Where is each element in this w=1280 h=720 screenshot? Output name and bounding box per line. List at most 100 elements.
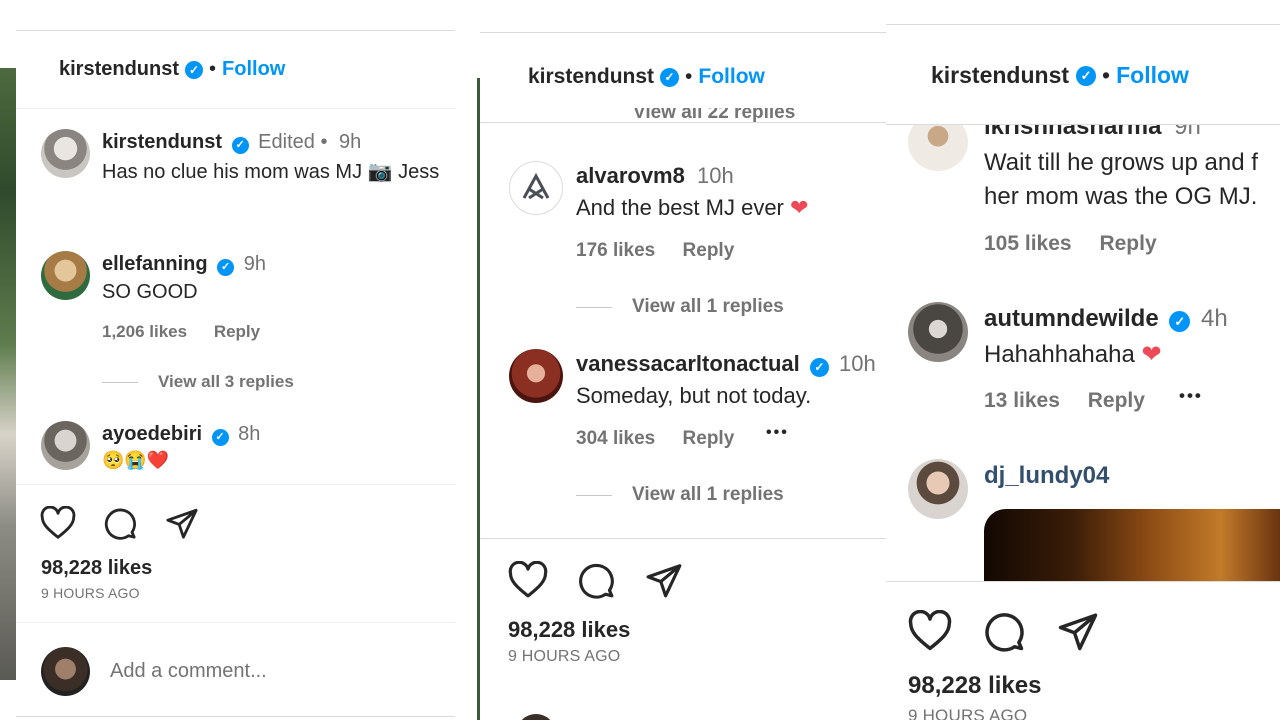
panel-top-border <box>480 32 886 33</box>
comment-gif[interactable] <box>984 509 1280 581</box>
avatar[interactable] <box>41 129 90 178</box>
comment-time[interactable]: 8h <box>238 423 260 445</box>
comment-icon[interactable] <box>576 561 616 599</box>
view-replies[interactable]: View all 1 replies <box>576 484 784 506</box>
comment-meta: 304 likes Reply <box>576 428 756 450</box>
post-header: kirstendunst ✓ • Follow <box>59 58 285 81</box>
comment-meta: 105 likes Reply <box>984 232 1179 256</box>
comment-header: ikrishnasharma 9h <box>984 125 1201 141</box>
comment-username[interactable]: ayoedebiri <box>102 423 202 445</box>
share-icon[interactable] <box>164 506 200 540</box>
post-panel-3: kirstendunst ✓ • Follow ikrishnasharma 9… <box>886 0 1280 720</box>
heart-icon[interactable] <box>40 506 76 540</box>
post-time[interactable]: 9 HOURS AGO <box>508 648 620 666</box>
header-username[interactable]: kirstendunst <box>59 58 179 81</box>
header-username[interactable]: kirstendunst <box>931 62 1069 89</box>
header-separator: • <box>1102 62 1111 88</box>
comment-text: Someday, but not today. <box>576 383 812 408</box>
reply-button[interactable]: Reply <box>683 240 735 261</box>
view-replies-label[interactable]: View all 3 replies <box>158 372 294 392</box>
post-panel-1: kirstendunst ✓ • Follow kirstendunst ✓ E… <box>0 0 455 720</box>
comment-time[interactable]: 4h <box>1201 305 1228 332</box>
header-username[interactable]: kirstendunst <box>528 65 654 89</box>
caption-header: kirstendunst ✓ Edited • 9h <box>102 131 361 154</box>
verified-badge-icon: ✓ <box>211 429 229 446</box>
comment-username[interactable]: ellefanning <box>102 253 208 275</box>
view-replies[interactable]: View all 3 replies <box>102 372 294 392</box>
header-divider <box>16 108 455 109</box>
header-divider <box>480 122 886 123</box>
post-photo-edge <box>0 68 16 680</box>
reply-button[interactable]: Reply <box>1099 232 1156 255</box>
comment-icon[interactable] <box>102 506 138 540</box>
avatar[interactable] <box>908 125 968 171</box>
comment-username[interactable]: dj_lundy04 <box>984 462 1109 489</box>
comment-likes[interactable]: 176 likes <box>576 240 655 261</box>
heart-icon[interactable] <box>908 610 952 652</box>
avatar[interactable] <box>41 251 90 300</box>
view-replies-label[interactable]: View all 1 replies <box>632 484 784 506</box>
header-separator: • <box>685 65 693 88</box>
comment-meta: 176 likes Reply <box>576 240 756 262</box>
avatar[interactable] <box>509 161 563 215</box>
comment-time[interactable]: 10h <box>839 351 876 376</box>
comment-text-line2: her mom was the OG MJ. <box>984 183 1258 210</box>
post-actions <box>40 506 200 540</box>
reply-button[interactable]: Reply <box>1088 389 1145 412</box>
caption-username[interactable]: kirstendunst <box>102 131 222 153</box>
logo-icon <box>522 172 550 200</box>
likes-count[interactable]: 98,228 likes <box>908 672 1041 700</box>
likes-count[interactable]: 98,228 likes <box>41 557 152 580</box>
post-time[interactable]: 9 HOURS AGO <box>908 706 1027 720</box>
caption-text: Has no clue his mom was MJ 📷 Jess <box>102 161 440 183</box>
share-icon[interactable] <box>644 561 684 599</box>
reply-button[interactable]: Reply <box>214 322 260 341</box>
comment-username[interactable]: vanessacarltonactual <box>576 351 800 376</box>
avatar[interactable] <box>41 421 90 470</box>
likes-count[interactable]: 98,228 likes <box>508 617 630 643</box>
follow-button[interactable]: Follow <box>222 58 285 81</box>
follow-button[interactable]: Follow <box>1116 62 1189 89</box>
comment-username[interactable]: alvarovm8 <box>576 163 685 188</box>
panel-bottom-border <box>16 716 455 717</box>
comment-text: SO GOOD <box>102 281 198 303</box>
comment-header: alvarovm8 10h <box>576 163 734 189</box>
comment-username[interactable]: autumndewilde <box>984 305 1159 332</box>
red-heart-emoji: ❤ <box>790 195 809 220</box>
avatar[interactable] <box>509 349 563 403</box>
view-replies-label[interactable]: View all 22 replies <box>633 108 795 122</box>
more-icon[interactable]: ••• <box>766 424 789 442</box>
heart-icon[interactable] <box>508 561 548 599</box>
avatar[interactable] <box>908 302 968 362</box>
caption-time[interactable]: 9h <box>339 131 361 153</box>
comment-likes[interactable]: 1,206 likes <box>102 322 187 341</box>
panel-top-border <box>886 24 1280 25</box>
verified-badge-icon: ✓ <box>660 67 680 87</box>
verified-badge-icon: ✓ <box>1169 311 1191 332</box>
post-header: kirstendunst ✓ • Follow <box>931 62 1189 89</box>
comment-time[interactable]: 10h <box>697 163 734 188</box>
post-actions <box>908 610 1100 652</box>
avatar[interactable] <box>908 459 968 519</box>
comment-likes[interactable]: 304 likes <box>576 428 655 449</box>
comment-time[interactable]: 9h <box>1174 125 1201 140</box>
comment-likes[interactable]: 13 likes <box>984 389 1060 412</box>
comment-header: ellefanning ✓ 9h <box>102 253 266 276</box>
comment-header: ayoedebiri ✓ 8h <box>102 423 260 446</box>
follow-button[interactable]: Follow <box>698 65 765 89</box>
avatar <box>41 647 90 696</box>
post-time[interactable]: 9 HOURS AGO <box>41 585 140 601</box>
more-icon[interactable]: ••• <box>1179 386 1203 406</box>
reply-button[interactable]: Reply <box>683 428 735 449</box>
add-comment-input[interactable]: Add a comment... <box>110 660 267 683</box>
view-replies[interactable]: View all 22 replies <box>633 108 795 122</box>
comment-icon[interactable] <box>982 610 1026 652</box>
comment-likes[interactable]: 105 likes <box>984 232 1072 255</box>
view-replies[interactable]: View all 1 replies <box>576 296 784 318</box>
share-icon[interactable] <box>1056 610 1100 652</box>
header-separator: • <box>209 58 217 80</box>
comment-username[interactable]: ikrishnasharma <box>984 125 1161 140</box>
view-replies-label[interactable]: View all 1 replies <box>632 296 784 318</box>
comment-meta: 1,206 likes Reply <box>102 322 282 342</box>
comment-time[interactable]: 9h <box>244 253 266 275</box>
